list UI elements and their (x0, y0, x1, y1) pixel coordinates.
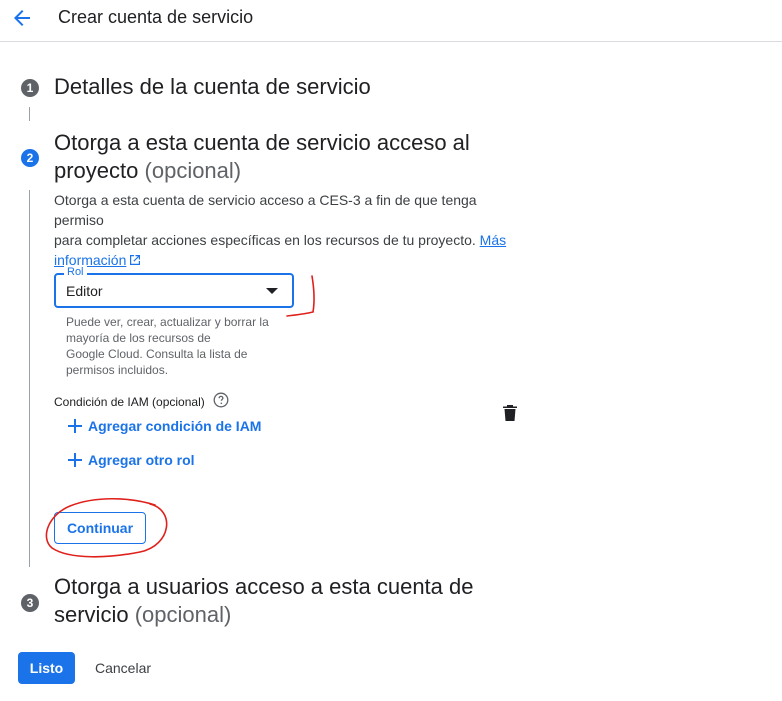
step-connector (29, 107, 30, 121)
role-select[interactable]: Rol Editor (54, 266, 294, 308)
add-role-label: Agregar otro rol (88, 452, 195, 468)
step-2-title-line2: proyecto (54, 158, 139, 183)
step-connector (29, 190, 30, 567)
description-line2: para completar acciones específicas en l… (54, 232, 476, 248)
add-iam-condition-button[interactable]: Agregar condición de IAM (68, 418, 261, 434)
step-3-optional: (opcional) (134, 602, 232, 627)
page-header: Crear cuenta de servicio (0, 0, 782, 42)
step-2-description: Otorga a esta cuenta de servicio acceso … (54, 190, 524, 270)
iam-condition-label: Condición de IAM (opcional) (54, 395, 205, 409)
dropdown-arrow-icon (266, 288, 278, 294)
helper-line: Puede ver, crear, actualizar y borrar la (66, 315, 269, 329)
step-2-number: 2 (21, 149, 39, 167)
add-iam-condition-label: Agregar condición de IAM (88, 418, 262, 434)
step-2-title: Otorga a esta cuenta de servicio acceso … (54, 129, 470, 185)
helper-line: mayoría de los recursos de (66, 331, 211, 345)
page-title: Crear cuenta de servicio (58, 7, 254, 27)
arrow-back-icon[interactable] (10, 6, 34, 30)
cancel-button[interactable]: Cancelar (84, 652, 162, 684)
continue-button[interactable]: Continuar (54, 512, 146, 544)
role-helper-text: Puede ver, crear, actualizar y borrar la… (66, 314, 296, 378)
description-line1: Otorga a esta cuenta de servicio acceso … (54, 192, 477, 228)
add-role-button[interactable]: Agregar otro rol (68, 452, 195, 468)
plus-icon (68, 419, 82, 433)
open-in-new-icon (130, 255, 141, 265)
helper-line: permisos incluidos. (66, 363, 169, 377)
step-2-title-line1: Otorga a esta cuenta de servicio acceso … (54, 130, 470, 155)
done-button[interactable]: Listo (18, 652, 75, 684)
plus-icon (68, 453, 82, 467)
step-3-title-line1: Otorga a usuarios acceso a esta cuenta d… (54, 574, 474, 599)
role-select-value: Editor (66, 283, 103, 299)
help-icon[interactable] (213, 392, 229, 408)
step-3-number: 3 (21, 594, 39, 612)
role-select-label: Rol (64, 266, 87, 278)
helper-line: Google Cloud. Consulta la lista de (66, 347, 248, 361)
step-3-title-line2: servicio (54, 602, 129, 627)
step-1-number: 1 (21, 79, 39, 97)
more-info-link[interactable]: Más (480, 232, 506, 248)
step-2-optional: (opcional) (144, 158, 242, 183)
step-1-title[interactable]: Detalles de la cuenta de servicio (54, 73, 371, 101)
delete-icon[interactable] (502, 404, 518, 422)
step-3-title[interactable]: Otorga a usuarios acceso a esta cuenta d… (54, 573, 473, 629)
